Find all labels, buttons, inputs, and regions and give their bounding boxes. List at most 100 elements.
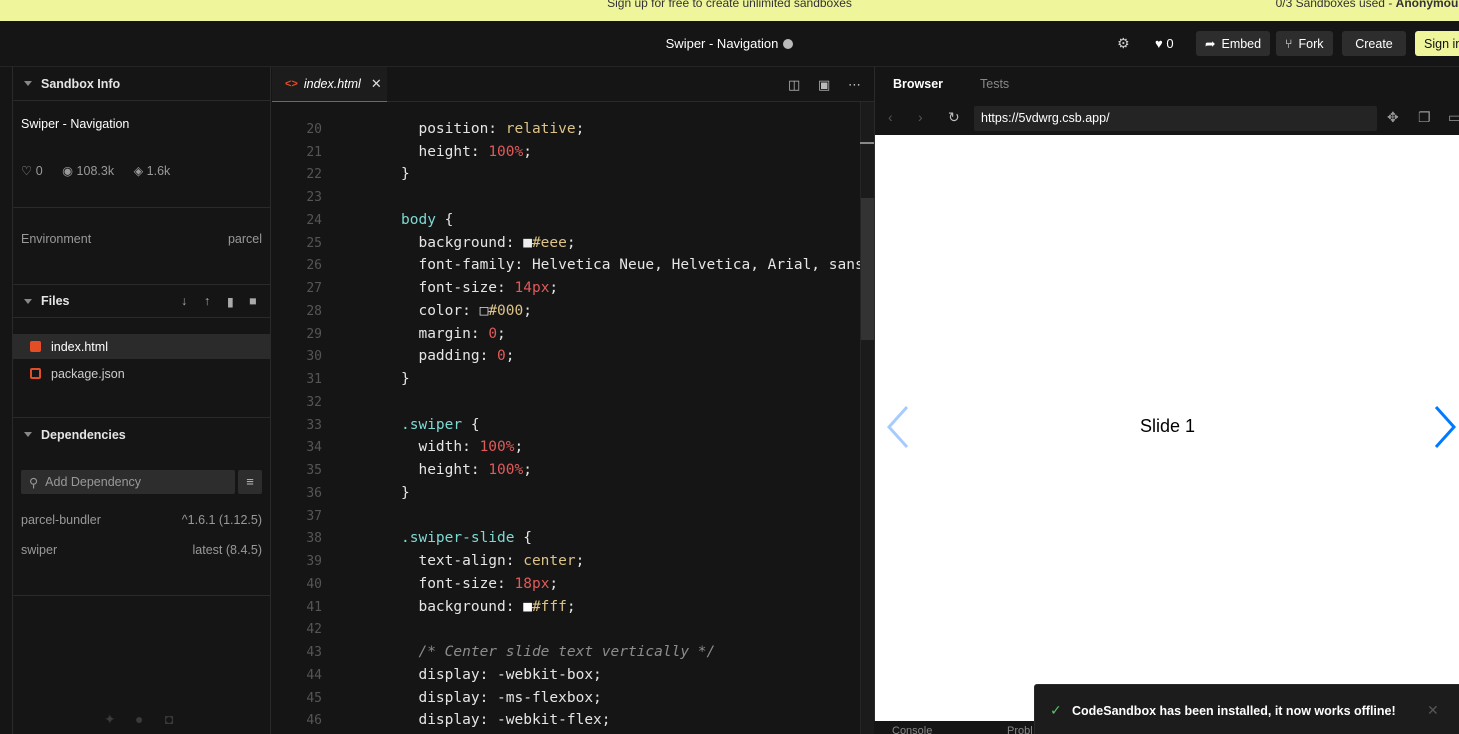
files-title: Files bbox=[41, 294, 70, 308]
code-line[interactable]: 40 font-size: 18px; bbox=[272, 573, 874, 596]
dependency-name[interactable]: swiper bbox=[21, 543, 57, 557]
editor-scrollbar[interactable] bbox=[860, 102, 874, 734]
code-line[interactable]: 34 width: 100%; bbox=[272, 436, 874, 459]
discord-icon[interactable]: ◘ bbox=[165, 711, 173, 727]
code-line[interactable]: 29 margin: 0; bbox=[272, 323, 874, 346]
tab-index-html[interactable]: <> index.html ✕ bbox=[272, 67, 387, 102]
fullscreen-icon[interactable]: ▭ bbox=[1448, 109, 1459, 126]
code-line[interactable]: 25 background: ■#eee; bbox=[272, 232, 874, 255]
code-line[interactable]: 27 font-size: 14px; bbox=[272, 277, 874, 300]
file-name: index.html bbox=[51, 339, 108, 354]
code-text: /* Center slide text vertically */ bbox=[401, 641, 715, 664]
refresh-icon[interactable]: ↻ bbox=[948, 109, 960, 126]
code-line[interactable] bbox=[272, 102, 874, 118]
tab-tests[interactable]: Tests bbox=[980, 77, 1009, 91]
fork-button[interactable]: ⑂ Fork bbox=[1276, 31, 1333, 56]
code-text: padding: 0; bbox=[401, 345, 514, 368]
files-header[interactable]: Files ↓ ↑ ▮ ■ bbox=[13, 284, 271, 318]
environment-value[interactable]: parcel bbox=[228, 232, 262, 246]
line-number: 39 bbox=[306, 554, 322, 569]
code-line[interactable]: 32 bbox=[272, 391, 874, 414]
embed-button[interactable]: ➦ Embed bbox=[1196, 31, 1271, 56]
code-line[interactable]: 26 font-family: Helvetica Neue, Helvetic… bbox=[272, 254, 874, 277]
split-view-icon[interactable]: ◫ bbox=[788, 77, 800, 93]
like-button[interactable]: ♥ 0 bbox=[1155, 36, 1174, 51]
line-number: 27 bbox=[306, 281, 322, 296]
code-line[interactable]: 33 .swiper { bbox=[272, 414, 874, 437]
code-text: } bbox=[401, 163, 410, 186]
search-icon: ⚲ bbox=[29, 475, 39, 490]
code-token: height: bbox=[401, 462, 489, 478]
sign-in-button[interactable]: Sign in bbox=[1415, 31, 1459, 56]
code-line[interactable]: 28 color: □#000; bbox=[272, 300, 874, 323]
code-line[interactable]: 38 .swiper-slide { bbox=[272, 527, 874, 550]
promo-message[interactable]: Sign up for free to create unlimited san… bbox=[0, 0, 1459, 10]
dependency-version[interactable]: ^1.6.1 (1.12.5) bbox=[182, 513, 262, 527]
dependency-version[interactable]: latest (8.4.5) bbox=[193, 543, 262, 557]
dependencies-header[interactable]: Dependencies bbox=[13, 417, 271, 451]
new-file-icon[interactable]: ▮ bbox=[227, 294, 234, 309]
code-text: } bbox=[401, 482, 410, 505]
editor-scroll-thumb[interactable] bbox=[861, 198, 874, 340]
create-button[interactable]: Create bbox=[1342, 31, 1406, 56]
settings-gear-icon[interactable]: ⚙ bbox=[1117, 35, 1130, 52]
sandbox-info-header[interactable]: Sandbox Info bbox=[13, 67, 271, 101]
sandbox-usage: 0/3 Sandboxes used - Anonymous bbox=[1276, 0, 1459, 10]
close-tab-icon[interactable]: ✕ bbox=[371, 76, 382, 92]
forward-arrow-icon[interactable]: › bbox=[918, 109, 923, 125]
download-icon[interactable]: ↓ bbox=[181, 294, 187, 308]
line-number: 36 bbox=[306, 485, 322, 501]
code-line[interactable]: 20 position: relative; bbox=[272, 118, 874, 141]
tab-problems[interactable]: Probl bbox=[1007, 725, 1033, 734]
swiper-next-arrow-icon[interactable] bbox=[1432, 405, 1458, 449]
code-editor[interactable]: 20 position: relative; 21 height: 100%; 22… bbox=[272, 102, 874, 734]
code-line[interactable]: 21 height: 100%; bbox=[272, 141, 874, 164]
devtools-icon[interactable]: ✥ bbox=[1387, 109, 1399, 126]
code-line[interactable]: 31} bbox=[272, 368, 874, 391]
upload-icon[interactable]: ↑ bbox=[204, 294, 210, 308]
code-line[interactable]: 42 bbox=[272, 618, 874, 641]
line-number: 25 bbox=[306, 235, 322, 251]
file-item-index-html[interactable]: index.html bbox=[13, 334, 271, 359]
code-token: .swiper bbox=[401, 416, 463, 433]
file-item-package-json[interactable]: package.json bbox=[13, 361, 271, 386]
url-bar[interactable]: https://5vdwrg.csb.app/ bbox=[974, 106, 1377, 131]
twitter-icon[interactable]: ✦ bbox=[104, 711, 116, 728]
code-line[interactable]: 23 bbox=[272, 186, 874, 209]
new-folder-icon[interactable]: ■ bbox=[249, 294, 257, 308]
preview-window-icon[interactable]: ▣ bbox=[818, 77, 830, 93]
code-line[interactable]: 35 height: 100%; bbox=[272, 459, 874, 482]
code-line[interactable]: 44 display: -webkit-box; bbox=[272, 664, 874, 687]
code-line[interactable]: 41 background: ■#fff; bbox=[272, 596, 874, 619]
code-line[interactable]: 24 body { bbox=[272, 209, 874, 232]
code-token: font-family: Helvetica Neue, Helvetica, … bbox=[401, 257, 874, 274]
close-toast-icon[interactable]: ✕ bbox=[1427, 702, 1439, 719]
code-line[interactable]: 30 padding: 0; bbox=[272, 345, 874, 368]
tab-console[interactable]: Console bbox=[892, 725, 932, 734]
code-token: ; bbox=[575, 553, 585, 569]
views-stat: 108.3k bbox=[76, 164, 115, 178]
public-globe-icon[interactable] bbox=[783, 39, 794, 49]
code-line[interactable]: 22} bbox=[272, 163, 874, 186]
more-options-icon[interactable]: ⋯ bbox=[848, 77, 861, 93]
code-line[interactable]: 39 text-align: center; bbox=[272, 550, 874, 573]
code-token: ■ bbox=[523, 234, 532, 251]
code-token: padding: bbox=[401, 348, 498, 365]
code-line[interactable]: 37 bbox=[272, 505, 874, 528]
add-dependency-input[interactable]: ⚲ Add Dependency bbox=[21, 470, 235, 494]
code-token: { bbox=[462, 416, 480, 433]
github-icon[interactable]: ● bbox=[135, 711, 143, 727]
tab-browser[interactable]: Browser bbox=[893, 77, 943, 91]
code-line[interactable]: 46 display: -webkit-flex; bbox=[272, 709, 874, 732]
code-token: 0 bbox=[497, 348, 506, 365]
dependency-name[interactable]: parcel-bundler bbox=[21, 513, 101, 527]
code-line[interactable]: 36} bbox=[272, 482, 874, 505]
back-arrow-icon[interactable]: ‹ bbox=[888, 109, 893, 125]
code-line[interactable]: 45 display: -ms-flexbox; bbox=[272, 687, 874, 710]
code-line[interactable]: 43 /* Center slide text vertically */ bbox=[272, 641, 874, 664]
dependency-menu-icon[interactable]: ≡ bbox=[238, 470, 262, 494]
code-token: body bbox=[401, 211, 436, 228]
browser-viewport: Slide 1 bbox=[875, 135, 1459, 721]
open-new-window-icon[interactable]: ❐ bbox=[1418, 109, 1431, 126]
stats-row: ♡ 0 ◉ 108.3k ◈ 1.6k bbox=[21, 163, 170, 178]
